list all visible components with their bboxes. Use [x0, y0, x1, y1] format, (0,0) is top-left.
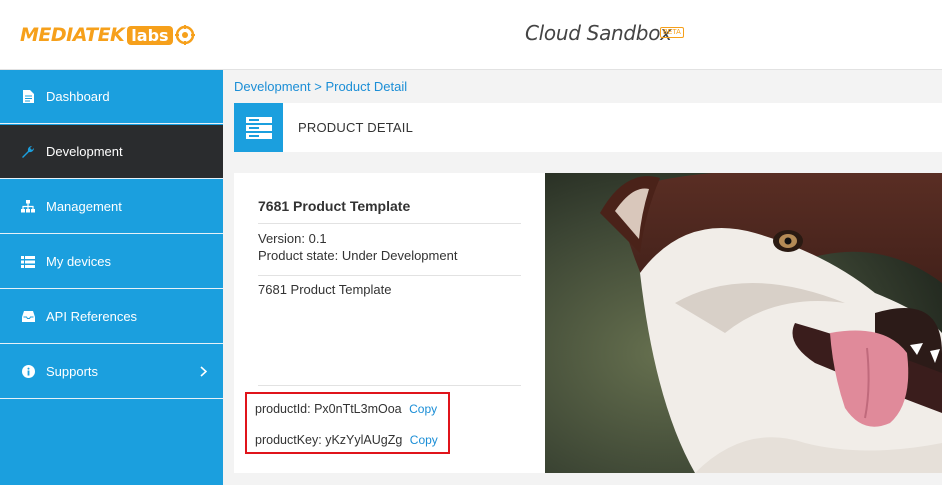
copy-product-key-button[interactable]: Copy: [410, 433, 438, 447]
product-card: 7681 Product Template Version: 0.1 Produ…: [234, 173, 545, 473]
product-key-label: productKey:: [255, 433, 322, 447]
page-title: PRODUCT DETAIL: [298, 120, 414, 135]
server-icon: [234, 103, 283, 152]
sidebar-item-dashboard[interactable]: Dashboard: [0, 70, 223, 124]
divider: [258, 385, 521, 386]
sidebar-item-label: My devices: [46, 254, 112, 269]
copy-product-id-button[interactable]: Copy: [409, 402, 437, 416]
sidebar-item-my-devices[interactable]: My devices: [0, 235, 223, 289]
product-id-label: productId:: [255, 402, 311, 416]
sidebar-item-label: Supports: [46, 364, 99, 379]
list-icon: [21, 255, 35, 269]
top-header: MEDIATEK labs Cloud Sandbox BETA: [0, 0, 942, 70]
logo-gear-icon: [174, 25, 195, 45]
logo-text: MEDIATEK: [20, 24, 125, 46]
sidebar: Dashboard Development Management My devi…: [0, 70, 223, 485]
breadcrumb-separator: >: [314, 79, 322, 94]
product-credentials-highlight: productId: Px0nTtL3mOoa Copy productKey:…: [245, 392, 450, 454]
product-key-value[interactable]: yKzYylAUgZg: [325, 433, 402, 447]
beta-badge: BETA: [660, 27, 684, 38]
sidebar-item-api-references[interactable]: API References: [0, 290, 223, 344]
product-id-value[interactable]: Px0nTtL3mOoa: [314, 402, 402, 416]
sidebar-item-label: Dashboard: [46, 89, 110, 104]
inbox-icon: [21, 310, 35, 324]
divider: [258, 275, 521, 276]
breadcrumb: Development > Product Detail: [234, 79, 407, 94]
sidebar-item-label: Management: [46, 199, 122, 214]
chevron-right-icon: [200, 364, 208, 380]
sitemap-icon: [21, 200, 35, 214]
file-icon: [21, 90, 35, 104]
sidebar-item-supports[interactable]: Supports: [0, 345, 223, 399]
logo-labs-badge: labs: [127, 25, 173, 45]
breadcrumb-development-link[interactable]: Development: [234, 79, 311, 94]
product-image: [545, 173, 942, 473]
product-version: Version: 0.1: [258, 231, 327, 246]
sidebar-item-label: API References: [46, 309, 138, 324]
divider: [258, 223, 521, 224]
product-state: Product state: Under Development: [258, 248, 458, 263]
page-header: PRODUCT DETAIL: [234, 103, 942, 152]
product-key-row: productKey: yKzYylAUgZg Copy: [255, 433, 438, 447]
wrench-icon: [21, 145, 35, 159]
breadcrumb-current[interactable]: Product Detail: [325, 79, 407, 94]
sidebar-item-development[interactable]: Development: [0, 125, 223, 179]
product-name: 7681 Product Template: [258, 198, 411, 214]
app-title: Cloud Sandbox: [525, 21, 672, 45]
sidebar-item-management[interactable]: Management: [0, 180, 223, 234]
product-id-row: productId: Px0nTtL3mOoa Copy: [255, 402, 437, 416]
mediatek-labs-logo[interactable]: MEDIATEK labs: [20, 24, 195, 46]
sidebar-item-label: Development: [46, 144, 123, 159]
product-description: 7681 Product Template: [258, 282, 392, 297]
info-icon: [21, 365, 35, 379]
